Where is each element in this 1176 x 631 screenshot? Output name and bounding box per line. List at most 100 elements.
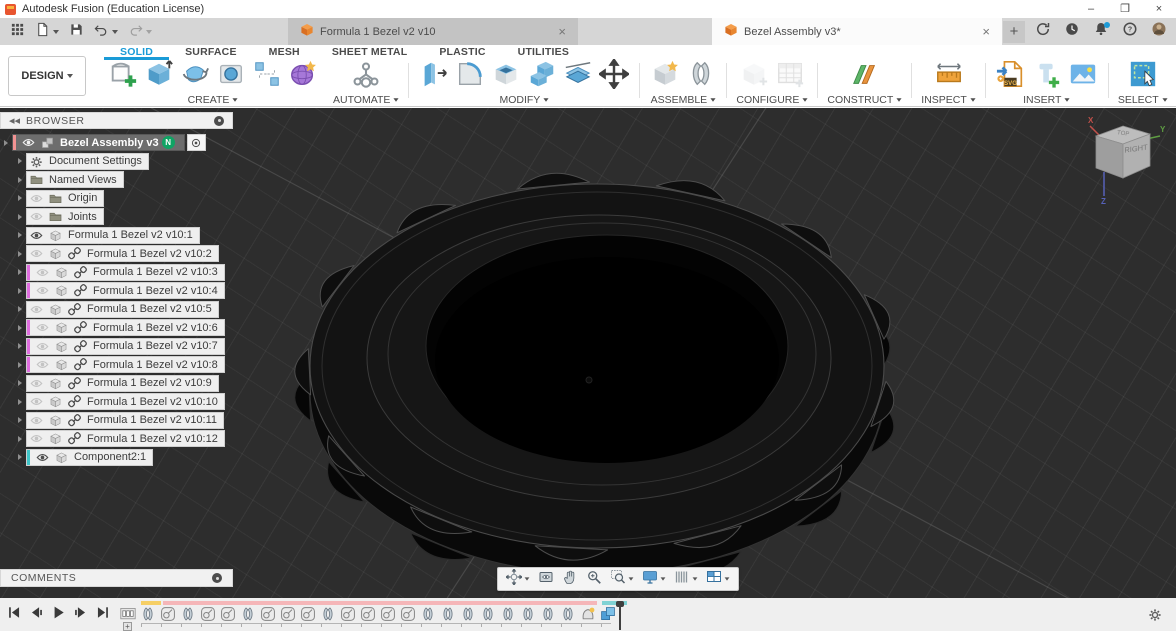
timeline-feature-joint[interactable] <box>179 606 197 623</box>
eye-visible-icon[interactable] <box>30 229 43 242</box>
insert-dropdown[interactable]: INSERT <box>1023 94 1070 106</box>
eye-hidden-icon[interactable] <box>30 247 43 260</box>
viewports-button[interactable] <box>702 568 734 590</box>
app-launcher-button[interactable] <box>6 20 29 43</box>
create-form-button[interactable] <box>287 61 319 93</box>
construct-plane-button[interactable] <box>849 61 881 93</box>
browser-item[interactable]: Formula 1 Bezel v2 v10:11 <box>14 412 233 429</box>
browser-item[interactable]: Document Settings <box>14 153 233 170</box>
timeline-settings-gear-icon[interactable] <box>1148 608 1176 622</box>
browser-item[interactable]: Component2:1 <box>14 449 233 466</box>
timeline-feature-component[interactable] <box>299 606 317 623</box>
ribbon-tab-solid[interactable]: SOLID <box>104 45 169 60</box>
timeline-group-marker[interactable] <box>119 606 137 623</box>
grid-layout-button[interactable] <box>670 568 702 590</box>
fit-button[interactable] <box>606 568 638 590</box>
expand-arrow-icon[interactable] <box>18 417 26 423</box>
browser-item[interactable]: Formula 1 Bezel v2 v10:3 <box>14 264 233 281</box>
ribbon-tab-plastic[interactable]: PLASTIC <box>423 45 501 60</box>
eye-hidden-icon[interactable] <box>36 340 49 353</box>
extrude-button[interactable] <box>143 61 175 93</box>
browser-item[interactable]: Joints <box>14 208 233 225</box>
eye-hidden-icon[interactable] <box>36 266 49 279</box>
timeline-feature-component[interactable] <box>399 606 417 623</box>
display-settings-button[interactable] <box>638 568 670 590</box>
timeline-feature-combine[interactable] <box>599 606 617 623</box>
undo-button[interactable] <box>90 20 122 43</box>
pattern-button[interactable] <box>251 61 283 93</box>
expand-arrow-icon[interactable] <box>4 140 12 146</box>
file-menu-button[interactable] <box>31 20 63 43</box>
timeline-step-back-button[interactable] <box>30 606 43 624</box>
look-at-button[interactable] <box>534 568 558 590</box>
inspect-dropdown[interactable]: INSPECT <box>921 94 976 106</box>
expand-arrow-icon[interactable] <box>18 362 26 368</box>
expand-arrow-icon[interactable] <box>18 269 26 275</box>
eye-hidden-icon[interactable] <box>30 192 43 205</box>
timeline-feature-joint[interactable] <box>539 606 557 623</box>
collapse-panel-icon[interactable]: ◂◂ <box>9 116 20 126</box>
expand-arrow-icon[interactable] <box>18 454 26 460</box>
close-icon[interactable]: × <box>978 24 994 39</box>
split-body-button[interactable] <box>562 61 594 93</box>
browser-item[interactable]: Formula 1 Bezel v2 v10:2 <box>14 245 233 262</box>
shell-button[interactable] <box>490 61 522 93</box>
insert-svg-button[interactable]: SVG <box>995 61 1027 93</box>
eye-hidden-icon[interactable] <box>30 210 43 223</box>
browser-item[interactable]: Formula 1 Bezel v2 v10:5 <box>14 301 233 318</box>
close-icon[interactable]: × <box>554 24 570 39</box>
press-pull-button[interactable] <box>418 61 450 93</box>
browser-options-button[interactable] <box>214 116 224 126</box>
comments-panel[interactable]: COMMENTS <box>0 569 233 587</box>
close-button[interactable]: × <box>1142 0 1176 18</box>
select-dropdown[interactable]: SELECT <box>1118 94 1168 106</box>
timeline-feature-joint[interactable] <box>139 606 157 623</box>
document-tab-2[interactable]: Bezel Assembly v3*× <box>712 18 1002 45</box>
document-tab-1[interactable]: Formula 1 Bezel v2 v10× <box>288 18 578 45</box>
timeline-feature-component[interactable] <box>279 606 297 623</box>
save-button[interactable] <box>65 20 88 43</box>
automate-button[interactable] <box>350 61 382 93</box>
browser-item[interactable]: Formula 1 Bezel v2 v10:7 <box>14 338 233 355</box>
browser-item[interactable]: Formula 1 Bezel v2 v10:4 <box>14 282 233 299</box>
eye-hidden-icon[interactable] <box>36 321 49 334</box>
eye-hidden-icon[interactable] <box>30 303 43 316</box>
viewport-canvas[interactable]: TOP RIGHT X Y Z ◂◂ BROWSER Bezel Assembl… <box>0 108 1176 598</box>
expand-arrow-icon[interactable] <box>18 158 26 164</box>
eye-hidden-icon[interactable] <box>30 432 43 445</box>
create-sketch-button[interactable] <box>107 61 139 93</box>
timeline-feature-joint[interactable] <box>239 606 257 623</box>
eye-hidden-icon[interactable] <box>36 284 49 297</box>
canvas-button[interactable] <box>1067 61 1099 93</box>
eye-visible-icon[interactable] <box>36 451 49 464</box>
fillet-button[interactable] <box>454 61 486 93</box>
revolve-button[interactable] <box>179 61 211 93</box>
joint-button[interactable] <box>685 61 717 93</box>
modify-dropdown[interactable]: MODIFY <box>499 94 549 106</box>
browser-header[interactable]: ◂◂ BROWSER <box>0 112 233 129</box>
browser-item[interactable]: Formula 1 Bezel v2 v10:1 <box>14 227 233 244</box>
expand-arrow-icon[interactable] <box>18 195 26 201</box>
eye-hidden-icon[interactable] <box>30 395 43 408</box>
timeline-feature-form[interactable] <box>579 606 597 623</box>
insert-fastener-button[interactable] <box>1031 61 1063 93</box>
new-component-button[interactable] <box>649 61 681 93</box>
move-button[interactable] <box>598 61 630 93</box>
timeline-feature-component[interactable] <box>339 606 357 623</box>
select-button[interactable] <box>1127 61 1159 93</box>
timeline-playhead[interactable] <box>616 601 624 630</box>
timeline-feature-joint[interactable] <box>439 606 457 623</box>
browser-item[interactable]: Origin <box>14 190 233 207</box>
timeline-feature-joint[interactable] <box>419 606 437 623</box>
measure-button[interactable] <box>933 61 965 93</box>
browser-item[interactable]: Formula 1 Bezel v2 v10:9 <box>14 375 233 392</box>
timeline-step-forward-button[interactable] <box>74 606 87 624</box>
timeline-feature-joint[interactable] <box>479 606 497 623</box>
ribbon-tab-sheet-metal[interactable]: SHEET METAL <box>316 45 424 60</box>
timeline-feature-joint[interactable] <box>499 606 517 623</box>
browser-item[interactable]: Formula 1 Bezel v2 v10:10 <box>14 393 233 410</box>
browser-item[interactable]: Formula 1 Bezel v2 v10:12 <box>14 430 233 447</box>
timeline-skip-end-button[interactable] <box>96 606 109 624</box>
eye-hidden-icon[interactable] <box>36 358 49 371</box>
timeline-expand-group-button[interactable]: + <box>123 622 132 631</box>
